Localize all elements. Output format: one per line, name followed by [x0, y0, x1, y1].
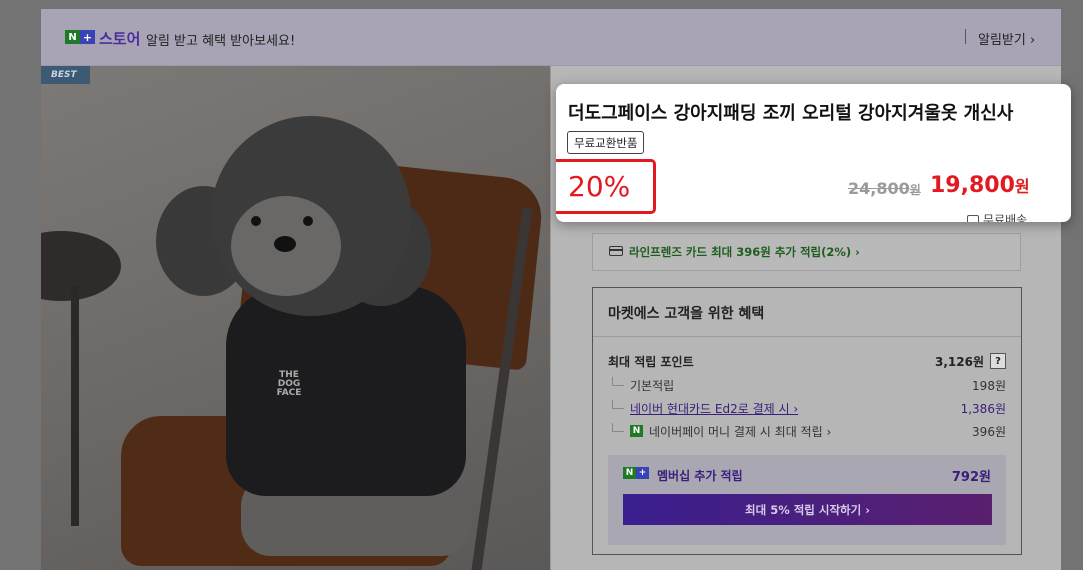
- basic-points-label: 기본적립: [630, 378, 675, 393]
- alarm-subscribe-link[interactable]: 알림받기 ›: [978, 29, 1035, 48]
- plus-icon: +: [80, 30, 95, 44]
- benefit-divider: [593, 336, 1021, 337]
- max-points-value: 3,126원: [935, 354, 984, 369]
- npay-money-link[interactable]: 네이버페이 머니 결제 시 최대 적립 ›: [649, 423, 831, 440]
- naver-n-icon: N: [65, 30, 80, 44]
- max-points-row: 최대 적립 포인트 3,126원 ?: [608, 352, 1006, 370]
- store-alarm-banner: N + 스토어 알림 받고 혜택 받아보세요! 알림받기 ›: [41, 9, 1061, 66]
- hyundai-card-link[interactable]: 네이버 현대카드 Ed2로 결제 시 ›: [630, 400, 798, 417]
- discount-rate: 20%: [568, 170, 631, 203]
- naver-pay-icon: N: [630, 425, 643, 437]
- original-price: 24,800원: [848, 179, 921, 198]
- npay-money-row: N 네이버페이 머니 결제 시 최대 적립 › 396원: [608, 422, 1006, 440]
- product-summary-popup: 더도그페이스 강아지패딩 조끼 오리털 강아지겨울옷 개신사 무료교환반품 20…: [556, 84, 1071, 222]
- tree-branch-icon: [612, 399, 624, 409]
- max-points-label: 최대 적립 포인트: [608, 354, 694, 369]
- naver-plus-membership-icon: N +: [623, 467, 649, 479]
- dog-vest: [226, 286, 466, 496]
- membership-box: N + 멤버십 추가 적립 792원 최대 5% 적립 시작하기 ›: [608, 455, 1006, 545]
- shipping-info: 무료배송: [967, 211, 1027, 222]
- banner-message: 알림 받고 혜택 받아보세요!: [146, 34, 296, 49]
- dog-nose: [274, 236, 296, 252]
- card-promo-text: 라인프렌즈 카드 최대 396원 추가 적립(2%) ›: [629, 245, 860, 259]
- benefit-box: 마켓에스 고객을 위한 혜택 최대 적립 포인트 3,126원 ? 기본적립 1…: [592, 287, 1022, 555]
- dog-eye-left: [251, 216, 261, 226]
- tree-branch-icon: [612, 422, 624, 432]
- basic-points-value: 198원: [972, 378, 1006, 393]
- product-image[interactable]: THE DOG FACE BEST: [41, 66, 550, 570]
- dog-eye-right: [303, 216, 313, 226]
- membership-value: 792원: [951, 470, 991, 485]
- hyundai-card-value: 1,386원: [960, 401, 1006, 416]
- table-leg: [71, 286, 79, 526]
- store-label: 스토어: [99, 30, 141, 48]
- membership-label: 멤버십 추가 적립: [657, 469, 743, 483]
- tree-branch-icon: [612, 376, 624, 386]
- membership-start-button[interactable]: 최대 5% 적립 시작하기 ›: [623, 494, 992, 525]
- help-icon[interactable]: ?: [990, 353, 1006, 369]
- card-promo-banner[interactable]: 라인프렌즈 카드 최대 396원 추가 적립(2%) ›: [592, 233, 1021, 271]
- credit-card-icon: [609, 246, 623, 256]
- product-title: 더도그페이스 강아지패딩 조끼 오리털 강아지겨울옷 개신사: [568, 103, 1014, 124]
- banner-divider: [965, 29, 966, 44]
- hyundai-card-row: 네이버 현대카드 Ed2로 결제 시 › 1,386원: [608, 399, 1006, 417]
- truck-icon: [967, 215, 979, 222]
- naver-plus-logo: N +: [65, 30, 95, 44]
- best-badge: BEST: [41, 66, 90, 84]
- sale-price: 19,800원: [930, 173, 1030, 198]
- basic-points-row: 기본적립 198원: [608, 376, 1006, 394]
- npay-money-value: 396원: [972, 424, 1006, 439]
- benefit-title: 마켓에스 고객을 위한 혜택: [608, 306, 765, 322]
- vest-logo: THE DOG FACE: [276, 370, 302, 398]
- free-return-tag: 무료교환반품: [567, 131, 645, 154]
